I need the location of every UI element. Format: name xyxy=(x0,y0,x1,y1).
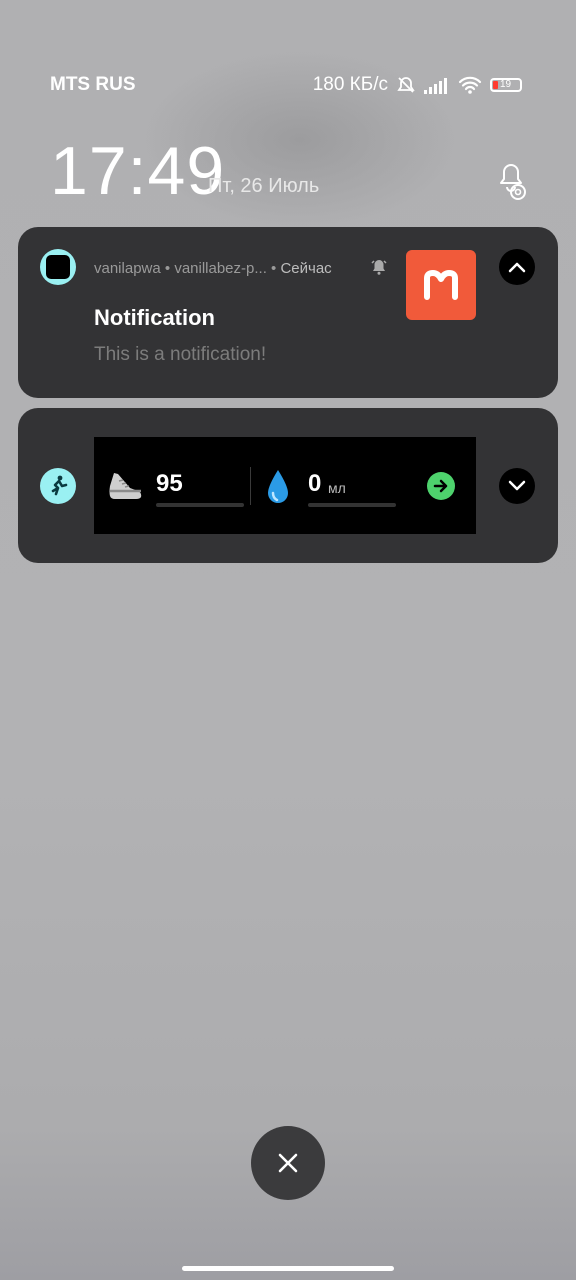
notification-card[interactable]: vanilapwa • vanillabez-p... • Сейчас Not… xyxy=(18,227,558,398)
lock-date: Пт, 26 Июль xyxy=(208,175,320,197)
steps-progress xyxy=(156,503,244,507)
water-drop-icon xyxy=(268,470,288,503)
battery-level: 19 xyxy=(500,79,512,90)
water-value: 0 xyxy=(308,470,322,497)
notification-body: This is a notification! xyxy=(94,344,267,365)
fitness-widget[interactable]: 95 0 мл xyxy=(94,437,476,534)
carrier-label: MTS RUS xyxy=(50,74,136,95)
fitness-notification-card[interactable]: 95 0 мл xyxy=(18,408,558,563)
lock-clock: 17:49 xyxy=(50,133,226,209)
notification-meta: vanilapwa • vanillabez-p... • Сейчас xyxy=(94,260,332,277)
app-icon xyxy=(40,249,76,285)
runner-icon xyxy=(51,475,68,496)
arrow-right-icon xyxy=(433,479,448,493)
steps-value: 95 xyxy=(156,470,183,497)
water-progress xyxy=(308,503,396,507)
app-logo-thumbnail xyxy=(406,250,476,320)
chevron-up-icon xyxy=(508,262,526,273)
app-subtext: vanillabez-p... xyxy=(174,260,267,277)
battery-icon: 19 xyxy=(490,78,522,92)
sneaker-icon xyxy=(109,473,142,499)
home-indicator[interactable] xyxy=(182,1266,394,1271)
wifi-icon xyxy=(458,76,482,94)
signal-icon xyxy=(424,78,447,94)
notification-time: Сейчас xyxy=(280,260,332,277)
app-name: vanilapwa xyxy=(94,260,161,277)
mute-icon xyxy=(397,77,415,93)
water-unit: мл xyxy=(328,480,346,496)
collapse-button[interactable] xyxy=(499,249,535,285)
open-button[interactable] xyxy=(427,472,455,500)
notification-title: Notification xyxy=(94,305,215,330)
expand-button[interactable] xyxy=(499,468,535,504)
runner-app-icon xyxy=(40,468,76,504)
status-bar: MTS RUS 180 КБ/с 19 xyxy=(50,72,522,98)
close-icon xyxy=(278,1153,298,1173)
alert-bell-icon xyxy=(371,260,387,275)
notification-settings-icon[interactable] xyxy=(490,164,530,204)
m-logo-icon xyxy=(424,270,458,300)
status-right: 180 КБ/с 19 xyxy=(313,74,522,96)
divider xyxy=(250,467,251,505)
network-speed: 180 КБ/с xyxy=(312,74,388,95)
clear-all-button[interactable] xyxy=(251,1126,325,1200)
chevron-down-icon xyxy=(508,480,526,491)
